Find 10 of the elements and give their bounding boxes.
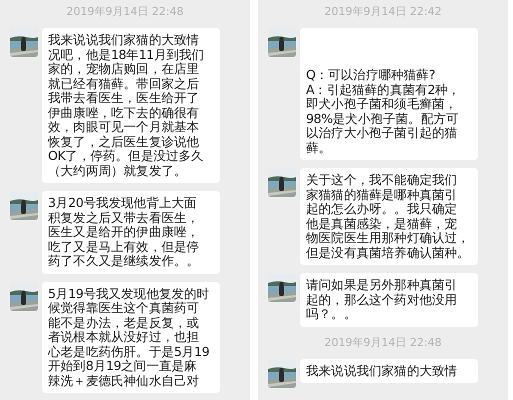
message-timestamp: 2019年9月14日 22:48 bbox=[66, 4, 184, 20]
message-timestamp: 2019年9月14日 22:42 bbox=[324, 4, 442, 20]
message-bubble: 3月20号我发现他背上大面 积复发之后又带去看医生， 医生又是给开的伊曲康唑， 吃了又是马上有效，但是停 药了不久又是继续发作。。 bbox=[42, 191, 220, 274]
message-bubble: 我来说说我们家猫的大致情 bbox=[300, 358, 478, 383]
message-timestamp: 2019年9月14日 22:48 bbox=[324, 334, 442, 350]
message-bubble: Q：可以治疗哪种猫藓? A：引起猫藓的真菌有2种， 即犬小孢子菌和须毛癣菌， 98%是犬小孢子菌。配方可 以治疗大小孢子菌引起的猫 藓。 bbox=[300, 28, 478, 160]
message-bubble: 请问如果是另外那种真菌引 起的，那么这个药对他没用 吗？。。 bbox=[300, 273, 478, 326]
message-bubble: 5月19号我又发现他复发的时 候觉得靠医生这个真菌药可 能不是办法，老是反复，或 者说根本就从没好过，也担 心老是吃药伤肝。于是5月19 开始到8月19之间一直是麻 辣洗＋麦德氏神仙水自己对 bbox=[42, 282, 220, 393]
message-bubble: 我来说说我们家猫的大致情 况吧，他是18年11月到我们 家的，宠物店购回，在店里 就已经有猫藓。带回家之后 我带去看医生，医生给开了 伊曲康唑，吃下去的确很有 效，肉眼可见一个月就基本 恢复了，之后医生复诊说他 OK了，停药。但是没过多久 （大约两周）就复发了。 bbox=[42, 28, 220, 183]
message-bubble: 关于这个，我不能确定我们 家猫猫的猫藓是哪种真菌引 起的怎么办呀。。我只确定 他是真菌感染，是猫藓，宠 物医院医生用那种灯确认过， 但是没有真菌培养确认菌种。 bbox=[300, 168, 478, 265]
